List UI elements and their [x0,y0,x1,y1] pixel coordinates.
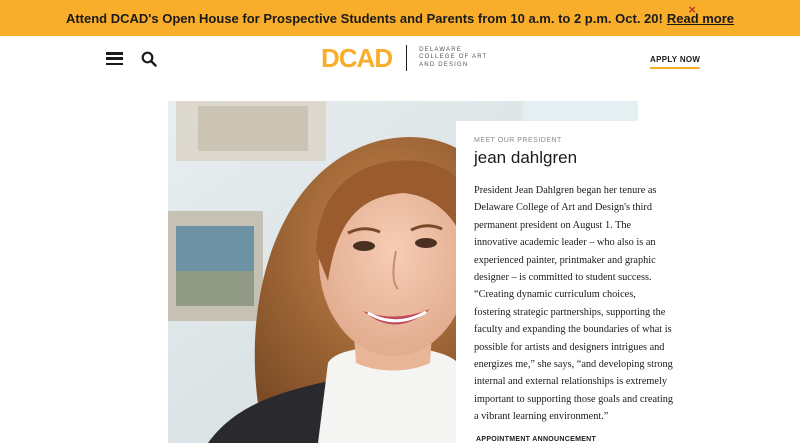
apply-now-button[interactable]: APPLY NOW [650,55,701,69]
logo-subtitle: DELAWARE COLLEGE OF ART AND DESIGN [419,47,489,70]
hamburger-menu-icon[interactable] [106,52,123,65]
logo-divider [406,45,408,71]
read-more-link[interactable]: Read more [667,11,734,26]
president-feature-card: MEET OUR PRESIDENT jean dahlgren Preside… [456,121,676,443]
president-bio: President Jean Dahlgren began her tenure… [474,185,674,423]
announcement-bar: Attend DCAD's Open House for Prospective… [0,0,800,36]
logo-subtitle-line: DELAWARE [419,46,462,53]
logo-subtitle-line: COLLEGE OF ART [419,54,488,61]
logo-mark: DCAD [321,43,393,73]
appointment-announcement-link[interactable]: APPOINTMENT ANNOUNCEMENT [476,436,596,443]
logo-subtitle-line: AND DESIGN [419,61,469,68]
announcement-text: Attend DCAD's Open House for Prospective… [65,10,663,26]
close-icon[interactable]: × [688,3,696,17]
dcad-logo[interactable]: DCAD DELAWARE COLLEGE OF ART AND DESIGN [321,44,489,72]
section-eyebrow: MEET OUR PRESIDENT [474,137,562,144]
president-name: jean dahlgren [474,148,578,167]
search-icon[interactable] [141,51,157,67]
